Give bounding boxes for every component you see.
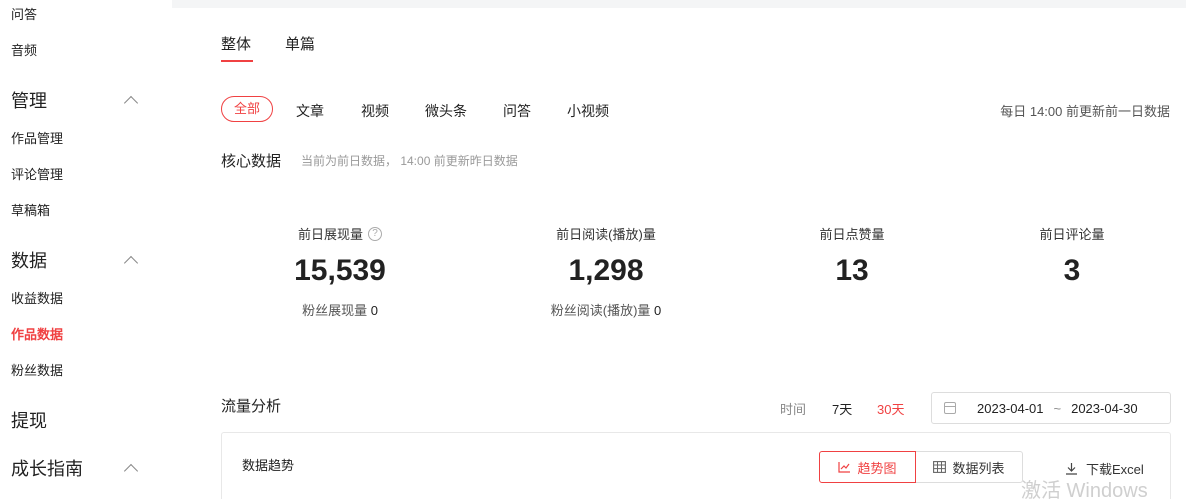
help-icon[interactable]: ? (368, 226, 382, 241)
stat-sub-label: 粉丝展现量 (302, 303, 368, 318)
stat-sub-label: 粉丝阅读(播放)量 (550, 303, 651, 318)
data-trend-title: 数据趋势 (242, 458, 295, 473)
core-data-subtitle: 当前为前日数据， 14:00 前更新昨日数据 (301, 154, 518, 168)
chevron-up-icon (123, 95, 139, 111)
core-data-title: 核心数据 (221, 153, 282, 170)
stat-label: 前日点赞量 (819, 227, 885, 242)
sidebar: 问答 音频 管理 作品管理 评论管理 草稿箱 数据 收益数据 作品数据 粉丝数据… (0, 0, 172, 499)
stat-comments: 前日评论量 3 (952, 224, 1186, 288)
sidebar-group-label: 提现 (11, 411, 47, 431)
sidebar-item-works-data[interactable]: 作品数据 (11, 324, 63, 343)
date-start[interactable]: 2023-04-01 (977, 401, 1044, 416)
stat-value: 15,539 (294, 254, 386, 287)
filter-qa[interactable]: 问答 (503, 101, 531, 121)
trend-chart-label: 趋势图 (857, 460, 897, 476)
filter-all[interactable]: 全部 (221, 96, 273, 122)
time-label: 时间 (780, 402, 807, 417)
chevron-up-icon (123, 463, 139, 479)
sidebar-group-manage[interactable]: 管理 (11, 87, 139, 113)
range-30-days[interactable]: 30天 (877, 399, 904, 418)
main-content: 整体 单篇 全部 文章 视频 微头条 问答 小视频 每日 14:00 前更新前一… (172, 0, 1186, 499)
tab-single[interactable]: 单篇 (285, 33, 315, 54)
sidebar-item-audio[interactable]: 音频 (11, 40, 37, 59)
stat-value: 1,298 (568, 254, 644, 287)
data-list-button[interactable]: 数据列表 (915, 451, 1023, 483)
date-end[interactable]: 2023-04-30 (1071, 401, 1138, 416)
filter-video[interactable]: 视频 (361, 101, 389, 121)
filter-article[interactable]: 文章 (296, 101, 324, 121)
tab-active-indicator (221, 60, 253, 62)
stat-sub: 粉丝阅读(播放)量 0 (486, 300, 726, 319)
update-note: 每日 14:00 前更新前一日数据 (1000, 104, 1170, 119)
range-7-days[interactable]: 7天 (832, 399, 852, 418)
filter-micro-headline[interactable]: 微头条 (425, 101, 467, 121)
stat-sub-value: 0 (370, 303, 378, 318)
stat-label-text: 前日展现量 (297, 227, 363, 242)
date-separator: ~ (1053, 400, 1062, 416)
sidebar-item-works-manage[interactable]: 作品管理 (11, 128, 63, 147)
sidebar-item-income-data[interactable]: 收益数据 (11, 288, 63, 307)
stat-label: 前日展现量 ? (298, 224, 382, 243)
stat-sub-value: 0 (654, 303, 662, 318)
stat-label: 前日评论量 (1039, 227, 1105, 242)
sidebar-item-qa[interactable]: 问答 (11, 4, 37, 23)
tab-overall[interactable]: 整体 (221, 33, 251, 54)
chevron-up-icon (123, 255, 139, 271)
line-chart-icon (838, 462, 851, 473)
sidebar-item-comments-manage[interactable]: 评论管理 (11, 164, 63, 183)
sidebar-group-withdraw[interactable]: 提现 (11, 407, 136, 433)
traffic-analysis-title: 流量分析 (221, 398, 282, 415)
sidebar-group-label: 成长指南 (11, 459, 83, 479)
sidebar-group-label: 管理 (11, 91, 47, 111)
sidebar-group-growth-guide[interactable]: 成长指南 (11, 455, 139, 481)
stat-label: 前日阅读(播放)量 (556, 227, 656, 242)
stat-value: 3 (1063, 254, 1081, 287)
stat-value: 13 (835, 254, 869, 287)
trend-chart-button[interactable]: 趋势图 (819, 451, 916, 483)
stat-impressions: 前日展现量 ? 15,539 粉丝展现量 0 (220, 224, 460, 319)
windows-activation-watermark: 激活 Windows (1021, 480, 1148, 499)
filter-short-video[interactable]: 小视频 (567, 101, 609, 121)
stat-reads: 前日阅读(播放)量 1,298 粉丝阅读(播放)量 0 (486, 224, 726, 319)
date-range-picker[interactable]: 2023-04-01 ~ 2023-04-30 (931, 392, 1171, 424)
sidebar-group-data[interactable]: 数据 (11, 247, 139, 273)
data-list-label: 数据列表 (952, 460, 1005, 476)
stat-likes: 前日点赞量 13 (732, 224, 972, 288)
sidebar-item-fans-data[interactable]: 粉丝数据 (11, 360, 63, 379)
calendar-icon (944, 402, 956, 414)
stat-sub: 粉丝展现量 0 (220, 300, 460, 319)
sidebar-group-label: 数据 (11, 251, 47, 271)
sidebar-item-drafts[interactable]: 草稿箱 (11, 200, 50, 219)
table-icon (933, 461, 947, 473)
